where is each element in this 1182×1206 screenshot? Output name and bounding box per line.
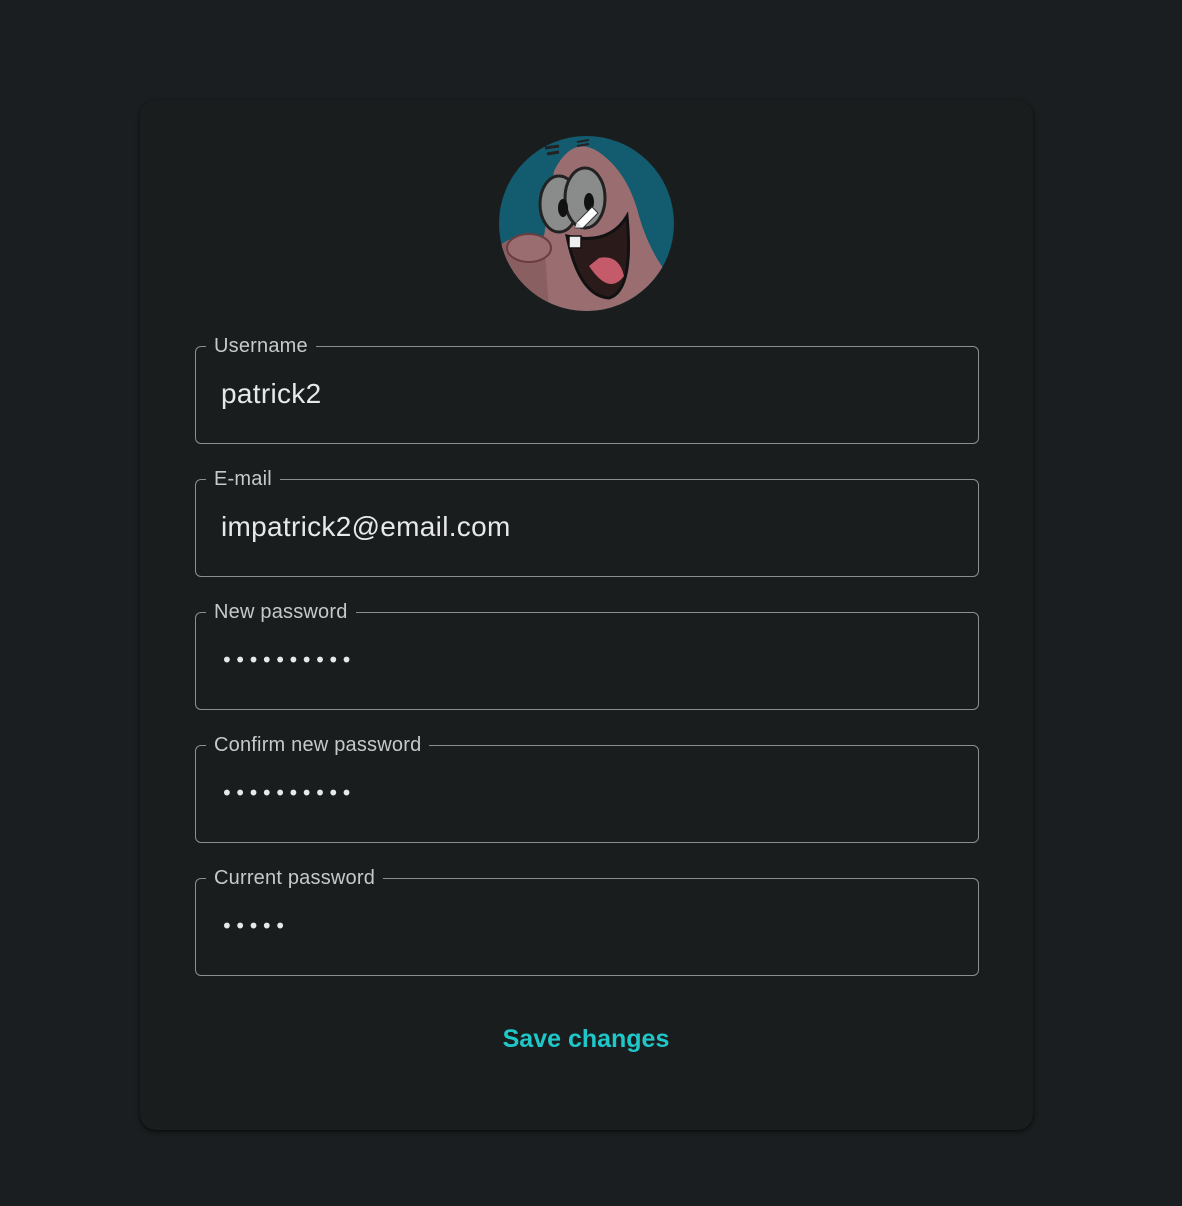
new-password-input[interactable]	[221, 640, 951, 680]
current-password-input[interactable]	[221, 906, 951, 946]
avatar[interactable]	[499, 136, 674, 311]
username-input[interactable]	[221, 374, 951, 414]
username-label: Username	[214, 335, 308, 357]
confirm-password-label: Confirm new password	[214, 734, 422, 756]
email-input[interactable]	[221, 507, 951, 547]
current-password-field[interactable]: Current password	[195, 868, 979, 976]
confirm-password-field[interactable]: Confirm new password	[195, 735, 979, 843]
new-password-field[interactable]: New password	[195, 602, 979, 710]
current-password-label: Current password	[214, 867, 376, 889]
email-field[interactable]: E-mail	[195, 469, 979, 577]
confirm-password-input[interactable]	[221, 773, 951, 813]
new-password-label: New password	[214, 601, 348, 623]
profile-card: Username E-mail New password Confirm new…	[140, 100, 1033, 1130]
username-field[interactable]: Username	[195, 336, 979, 444]
save-changes-button[interactable]: Save changes	[486, 1015, 686, 1063]
email-label: E-mail	[214, 468, 272, 490]
pencil-icon[interactable]	[569, 202, 603, 236]
